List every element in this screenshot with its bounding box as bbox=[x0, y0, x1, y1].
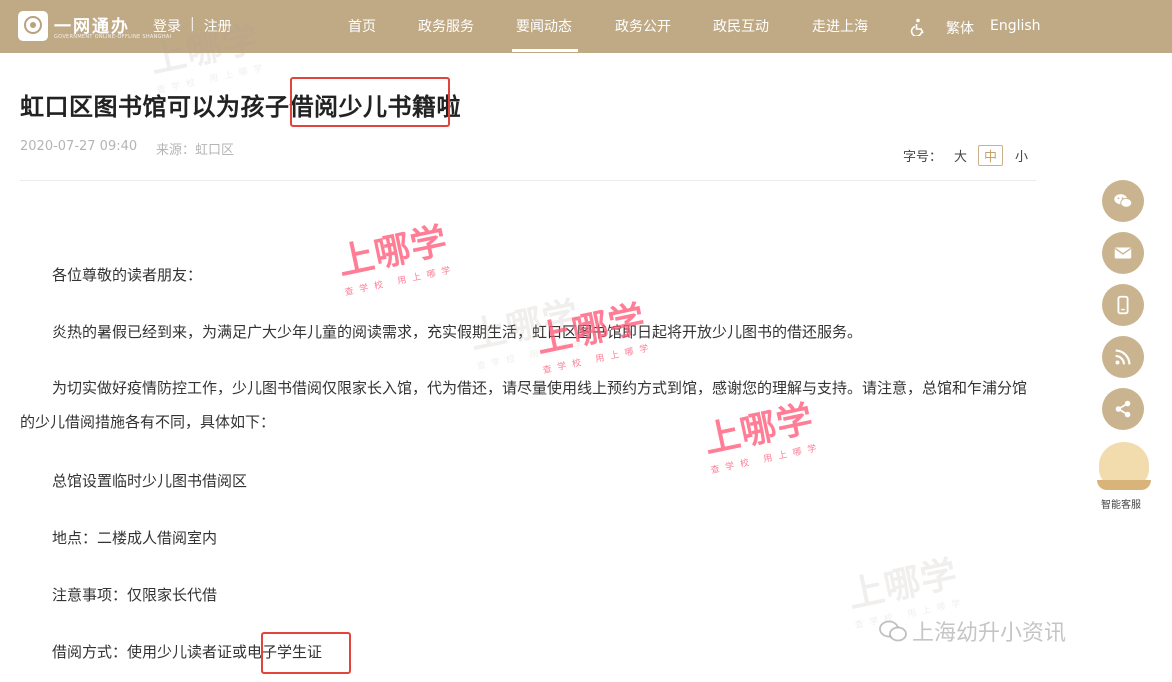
main-library-paragraph: 总馆设置临时少儿图书借阅区 bbox=[52, 472, 248, 490]
mobile-icon bbox=[1117, 295, 1129, 315]
logo-icon bbox=[18, 11, 48, 41]
highlight-box-title bbox=[290, 77, 450, 127]
register-link[interactable]: 注册 bbox=[204, 16, 232, 36]
auth-separator: | bbox=[190, 16, 195, 32]
article-source: 来源：虹口区 bbox=[156, 143, 235, 158]
mail-icon bbox=[1114, 247, 1132, 259]
nav-active-indicator bbox=[512, 49, 578, 52]
rss-icon bbox=[1115, 349, 1131, 365]
auth-links: 登录 | 注册 bbox=[153, 16, 232, 36]
nav-news[interactable]: 要闻动态 bbox=[516, 16, 572, 36]
watermark-pink: 上哪学 查学校 用上哪学 bbox=[334, 220, 458, 299]
nav-interaction[interactable]: 政民互动 bbox=[713, 16, 769, 36]
brand-watermark: 上海幼升小资讯 bbox=[878, 615, 1066, 647]
nav-shanghai[interactable]: 走进上海 bbox=[812, 16, 868, 36]
font-size-control: 字号： 大 中 小 bbox=[903, 145, 1028, 166]
lang-traditional-link[interactable]: 繁体 bbox=[946, 18, 974, 38]
notes-paragraph: 注意事项：仅限家长代借 bbox=[52, 586, 218, 604]
accessibility-icon[interactable] bbox=[910, 18, 926, 36]
highlight-box-student-card bbox=[261, 632, 351, 674]
rss-button[interactable] bbox=[1102, 336, 1144, 378]
nav-home[interactable]: 首页 bbox=[348, 16, 376, 36]
font-size-medium[interactable]: 中 bbox=[978, 145, 1004, 166]
smart-assistant-button[interactable]: 智能客服 bbox=[1097, 442, 1151, 511]
article-date: 2020-07-27 09:40 bbox=[20, 139, 138, 154]
top-navigation-bar: 一网通办 GOVERNMENT ONLINE-OFFLINE SHANGHAI … bbox=[0, 0, 1172, 53]
nav-gov-open[interactable]: 政务公开 bbox=[615, 16, 671, 36]
font-size-label: 字号： bbox=[903, 150, 943, 165]
assistant-label: 智能客服 bbox=[1101, 500, 1141, 511]
location-paragraph: 地点：二楼成人借阅室内 bbox=[52, 529, 218, 547]
login-link[interactable]: 登录 bbox=[153, 16, 181, 36]
wechat-icon bbox=[879, 620, 907, 642]
font-size-large[interactable]: 大 bbox=[954, 146, 967, 165]
intro-paragraph: 炎热的暑假已经到来，为满足广大少年儿童的阅读需求，充实假期生活，虹口区图书馆即日… bbox=[52, 323, 863, 341]
greeting-paragraph: 各位尊敬的读者朋友： bbox=[52, 266, 203, 284]
nav-gov-services[interactable]: 政务服务 bbox=[418, 16, 474, 36]
header-divider bbox=[20, 180, 1036, 181]
lang-english-link[interactable]: English bbox=[990, 18, 1041, 34]
share-icon bbox=[1115, 400, 1131, 418]
site-logo[interactable]: 一网通办 GOVERNMENT ONLINE-OFFLINE SHANGHAI bbox=[18, 11, 171, 43]
mail-button[interactable] bbox=[1102, 232, 1144, 274]
wechat-button[interactable] bbox=[1102, 180, 1144, 222]
notice-paragraph: 为切实做好疫情防控工作，少儿图书借阅仅限家长入馆，代为借还，请尽量使用线上预约方… bbox=[20, 379, 1028, 431]
wechat-icon bbox=[1114, 194, 1133, 208]
share-button[interactable] bbox=[1102, 388, 1144, 430]
mobile-button[interactable] bbox=[1102, 284, 1144, 326]
font-size-small[interactable]: 小 bbox=[1015, 146, 1028, 165]
